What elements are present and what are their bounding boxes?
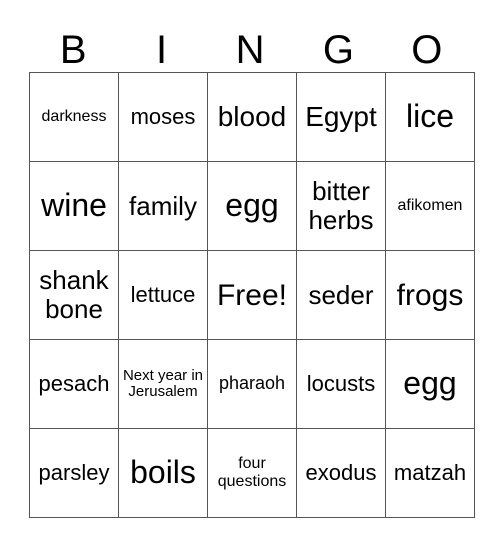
header-letter-o: O bbox=[411, 28, 443, 72]
bingo-cell[interactable]: locusts bbox=[296, 339, 386, 429]
header-letter-b: B bbox=[59, 28, 87, 72]
bingo-cell[interactable]: pesach bbox=[29, 339, 119, 429]
bingo-header: B I N G O bbox=[29, 28, 471, 72]
free-space-cell[interactable]: Free! bbox=[207, 250, 297, 340]
bingo-cell[interactable]: family bbox=[118, 161, 208, 251]
bingo-cell[interactable]: wine bbox=[29, 161, 119, 251]
bingo-cell[interactable]: Next year in Jerusalem bbox=[118, 339, 208, 429]
grid-row: shank bone lettuce Free! seder frogs bbox=[29, 250, 475, 340]
grid-row: parsley boils four questions exodus matz… bbox=[29, 428, 475, 518]
bingo-cell[interactable]: frogs bbox=[385, 250, 475, 340]
header-letter-n: N bbox=[235, 28, 265, 72]
bingo-cell[interactable]: Egypt bbox=[296, 72, 386, 162]
bingo-cell[interactable]: blood bbox=[207, 72, 297, 162]
bingo-cell[interactable]: pharaoh bbox=[207, 339, 297, 429]
bingo-cell[interactable]: lice bbox=[385, 72, 475, 162]
bingo-cell[interactable]: egg bbox=[207, 161, 297, 251]
bingo-cell[interactable]: bitter herbs bbox=[296, 161, 386, 251]
bingo-grid: darkness moses blood Egypt lice wine fam… bbox=[29, 72, 475, 518]
bingo-cell[interactable]: egg bbox=[385, 339, 475, 429]
bingo-cell[interactable]: darkness bbox=[29, 72, 119, 162]
bingo-cell[interactable]: lettuce bbox=[118, 250, 208, 340]
bingo-cell[interactable]: matzah bbox=[385, 428, 475, 518]
grid-row: pesach Next year in Jerusalem pharaoh lo… bbox=[29, 339, 475, 429]
bingo-cell[interactable]: afikomen bbox=[385, 161, 475, 251]
grid-row: wine family egg bitter herbs afikomen bbox=[29, 161, 475, 251]
bingo-cell[interactable]: parsley bbox=[29, 428, 119, 518]
bingo-cell[interactable]: exodus bbox=[296, 428, 386, 518]
grid-row: darkness moses blood Egypt lice bbox=[29, 72, 475, 162]
bingo-cell[interactable]: seder bbox=[296, 250, 386, 340]
bingo-cell[interactable]: boils bbox=[118, 428, 208, 518]
header-letter-i: I bbox=[156, 28, 168, 72]
bingo-cell[interactable]: moses bbox=[118, 72, 208, 162]
bingo-cell[interactable]: four questions bbox=[207, 428, 297, 518]
bingo-cell[interactable]: shank bone bbox=[29, 250, 119, 340]
header-letter-g: G bbox=[322, 28, 354, 72]
